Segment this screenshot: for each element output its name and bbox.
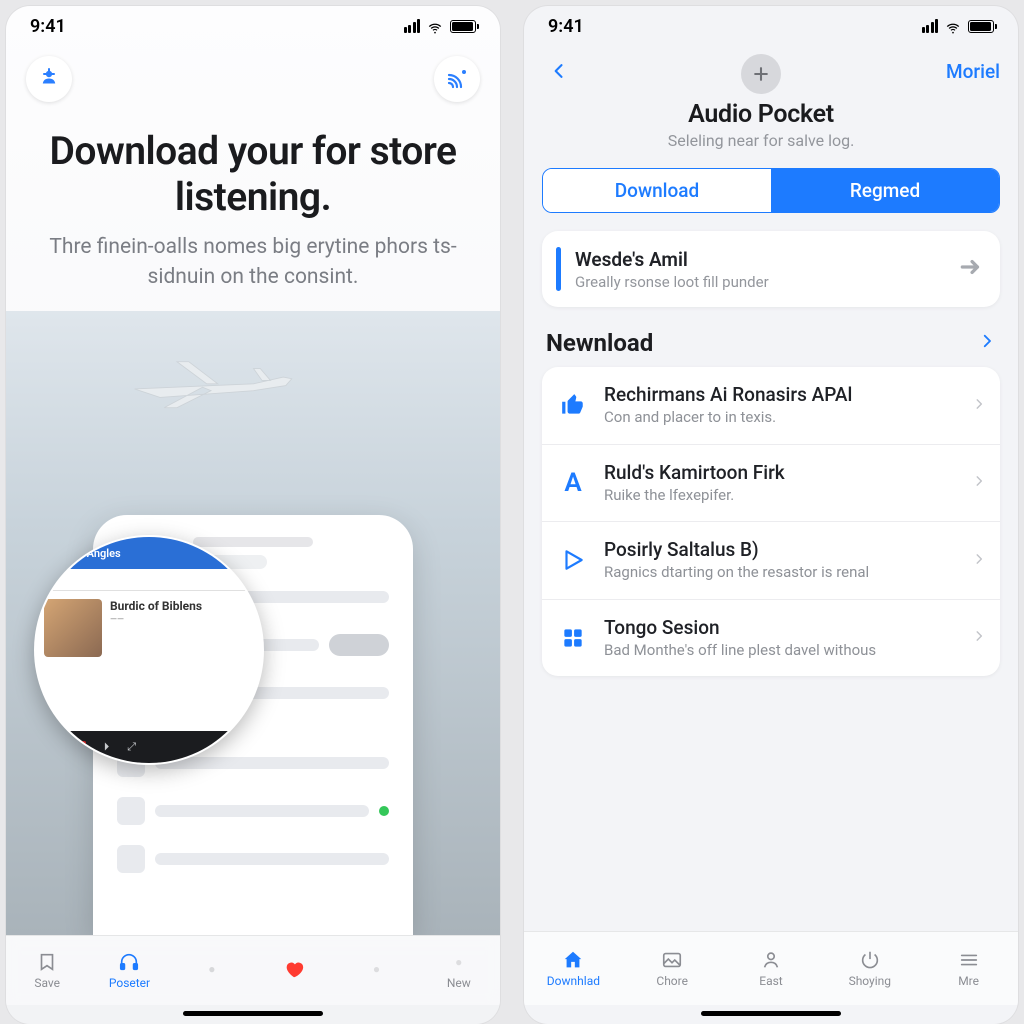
home-indicator[interactable] xyxy=(701,1011,841,1016)
section-header[interactable]: Newnload xyxy=(524,307,1018,367)
tab-3[interactable]: ● xyxy=(171,936,253,1005)
tab-save[interactable]: Save xyxy=(6,936,88,1005)
tab-more[interactable]: Mre xyxy=(919,932,1018,1005)
list: Rechirmans Ai Ronasirs APAlCon and place… xyxy=(542,367,1000,676)
featured-card[interactable]: Wesde's Amil Greally rsonse loot fill pu… xyxy=(542,231,1000,307)
promo-headline: Download your for store listening. xyxy=(6,102,500,232)
tab-chore[interactable]: Chore xyxy=(623,932,722,1005)
status-bar: 9:41 xyxy=(6,6,500,46)
airplane-icon xyxy=(126,353,296,413)
chevron-right-icon xyxy=(972,551,986,570)
battery-icon xyxy=(450,20,476,33)
wifi-icon xyxy=(426,19,444,33)
nav-action[interactable]: Moriel xyxy=(946,54,1000,83)
hero-image: Blind of Angles ‹⇣ Burdic of Biblens—— B… xyxy=(6,311,500,935)
zoom-tag: Burnone xyxy=(46,741,86,754)
chevron-right-icon xyxy=(978,332,996,354)
signal-icon xyxy=(922,19,939,33)
nav-bar: Audio Pocket Seleling near for salve log… xyxy=(524,46,1018,150)
tab-bar: Save Poseter ● ● ●New xyxy=(6,935,500,1005)
zoom-title: Burdic of Biblens xyxy=(110,599,202,613)
status-time: 9:41 xyxy=(548,16,584,37)
featured-title: Wesde's Amil xyxy=(575,248,944,271)
chevron-right-icon xyxy=(972,473,986,492)
chevron-right-icon xyxy=(972,396,986,415)
list-item[interactable]: Tongo SesionBad Monthe's off line plest … xyxy=(542,600,1000,677)
tab-east[interactable]: East xyxy=(722,932,821,1005)
status-bar: 9:41 xyxy=(524,6,1018,46)
page-title: Audio Pocket xyxy=(688,100,834,129)
back-button[interactable] xyxy=(542,54,576,88)
promo-subtext: Thre finein-oalls nomes big erytine phor… xyxy=(6,232,500,293)
zoom-artwork xyxy=(44,599,102,657)
thumb-icon xyxy=(556,388,590,422)
signal-icon xyxy=(404,19,421,33)
arrow-right-icon xyxy=(958,254,984,284)
list-item[interactable]: Posirly Saltalus B)Ragnics dtarting on t… xyxy=(542,522,1000,600)
play-icon xyxy=(556,543,590,577)
segmented-control: Download Regmed xyxy=(542,168,1000,213)
status-time: 9:41 xyxy=(30,16,66,37)
section-title: Newnload xyxy=(546,329,653,357)
featured-subtitle: Greally rsonse loot fill punder xyxy=(575,273,944,291)
list-item[interactable]: A Ruld's Kamirtoon FirkRuike the lfexepi… xyxy=(542,445,1000,523)
profile-button[interactable] xyxy=(26,56,72,102)
tab-4[interactable] xyxy=(253,936,335,1005)
battery-icon xyxy=(968,20,994,33)
accent-bar xyxy=(556,247,561,291)
promo-screen: 9:41 Download your for store listening. … xyxy=(6,6,500,1024)
grid-icon xyxy=(556,621,590,655)
tab-5[interactable]: ● xyxy=(335,936,417,1005)
audio-pocket-screen: 9:41 Audio Pocket Seleling near for salv… xyxy=(524,6,1018,1024)
wifi-icon xyxy=(944,19,962,33)
letter-a-icon: A xyxy=(556,466,590,500)
cast-button[interactable] xyxy=(434,56,480,102)
tab-download[interactable]: Downhlad xyxy=(524,932,623,1005)
page-subtitle: Seleling near for salve log. xyxy=(668,131,855,150)
tab-poseter[interactable]: Poseter xyxy=(88,936,170,1005)
tab-bar: Downhlad Chore East Shoying Mre xyxy=(524,931,1018,1005)
list-item[interactable]: Rechirmans Ai Ronasirs APAlCon and place… xyxy=(542,367,1000,445)
home-indicator[interactable] xyxy=(183,1011,323,1016)
add-button[interactable] xyxy=(741,54,781,94)
zoom-detail: Blind of Angles ‹⇣ Burdic of Biblens—— B… xyxy=(34,535,264,765)
segment-download[interactable]: Download xyxy=(543,169,771,212)
segment-regmed[interactable]: Regmed xyxy=(771,169,999,212)
tab-new[interactable]: ●New xyxy=(418,936,500,1005)
tab-shoying[interactable]: Shoying xyxy=(820,932,919,1005)
chevron-right-icon xyxy=(972,628,986,647)
